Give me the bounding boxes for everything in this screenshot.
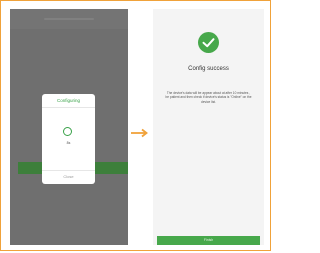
success-description: The device's data will be appear about a… xyxy=(165,91,252,104)
phone-screen-success: Config success The device's data will be… xyxy=(153,9,264,245)
dialog-title: Configuring xyxy=(56,98,80,103)
dialog-divider-bottom xyxy=(42,170,95,171)
loading-spinner-icon xyxy=(63,127,72,136)
configuring-dialog: Configuring 8s Close xyxy=(42,94,95,184)
success-title: Config success xyxy=(188,66,229,72)
finish-button[interactable]: Finish xyxy=(157,236,260,245)
progress-text: 8s xyxy=(66,141,71,145)
dialog-divider-top xyxy=(42,107,95,108)
top-bar-title-placeholder xyxy=(44,18,94,20)
phone-screen-configuring: Configuring 8s Close xyxy=(10,9,128,245)
close-button[interactable]: Close xyxy=(42,174,95,179)
arrow-right-icon xyxy=(131,128,148,138)
check-circle-icon xyxy=(198,32,219,53)
